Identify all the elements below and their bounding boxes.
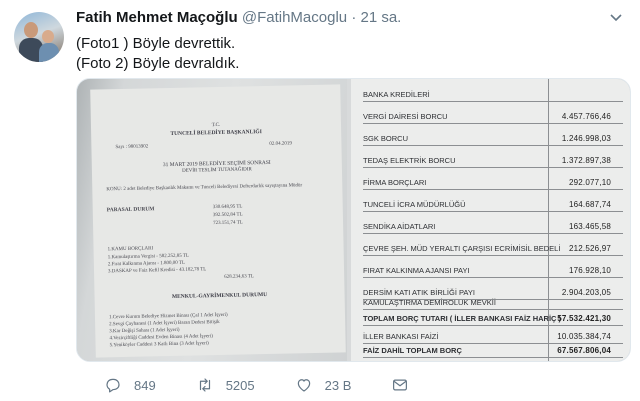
row-label: FİRMA BORÇLARI [363, 178, 427, 187]
doc-line-amount-1: 330.648,95 TL [212, 204, 243, 211]
row-label: FAİZ DAHİL TOPLAM BORÇ [363, 346, 462, 355]
separator-dot: · [351, 9, 357, 26]
reply-count: 849 [134, 377, 156, 393]
row-value: 163.465,58 [568, 222, 611, 231]
author-name[interactable]: Fatih Mehmet Maçoğlu [76, 9, 238, 26]
row-label: TOPLAM BORÇ TUTARI ( İLLER BANKASI FAİZ … [363, 314, 562, 323]
doc-line-debt-1: 1.Kamulaştırma Vergisi - 582.252,85 TL [107, 253, 190, 261]
retweet-button[interactable]: 5205 [196, 376, 255, 394]
table-row: FIRAT KALKINMA AJANSI PAYI 176.928,10 [363, 255, 623, 278]
table-row: KAMULAŞTIRMA DEMİROLUK MEVKİİ [363, 293, 623, 310]
doc-line-date: 02.04.2019 [269, 141, 292, 147]
doc-line-assets: MENKUL-GAYRİMENKUL DURUMU [171, 291, 268, 300]
doc-line-debt-2: 2.Fırat Kalkınma Ajansı - 1.800,00 TL [107, 260, 186, 268]
retweet-icon [199, 378, 210, 392]
doc-line-asset-4: 4.Vezirçiftliği Caddesi Evden Binası (4 … [109, 334, 213, 342]
author-handle[interactable]: @FatihMacoglu [242, 9, 347, 26]
table-row: SGK BORCU 1.246.998,03 [363, 123, 623, 146]
tweet-header: Fatih Mehmet Maçoğlu @FatihMacoglu · 21 … [76, 9, 401, 26]
heart-icon [297, 379, 310, 392]
envelope-icon [393, 379, 408, 391]
doc-line-amount-2: 392.502,84 TL [212, 212, 243, 219]
like-button[interactable]: 23 B [295, 376, 352, 394]
tweet-actions: 849 5205 23 B [104, 376, 461, 394]
avatar-child-head [42, 30, 54, 43]
row-label: KAMULAŞTIRMA DEMİROLUK MEVKİİ [363, 298, 496, 307]
table-row: FİRMA BORÇLARI 292.077,10 [363, 167, 623, 190]
table-row: TEDAŞ ELEKTRİK BORCU 1.372.897,38 [363, 145, 623, 168]
doc-line-ref: Sayı : 98013902 [115, 144, 149, 151]
row-label: TUNCELİ İCRA MÜDÜRLÜĞÜ [363, 200, 466, 209]
row-label: VERGİ DAİRESİ BORCU [363, 112, 448, 121]
table-row: İLLER BANKASI FAİZİ 10.035.384,74 [363, 329, 623, 344]
table-row: BANKA KREDİLERİ [363, 79, 623, 102]
author-avatar[interactable] [14, 12, 64, 62]
debt-table-sheet: BANKA KREDİLERİ VERGİ DAİRESİ BORCU 4.457… [351, 79, 630, 361]
avatar-child-body [39, 43, 59, 62]
avatar-person-head [24, 22, 38, 38]
doc-line-debt-3: 3.DASKAP ve Faiz Kefil Kredisi - 43.182,… [107, 267, 207, 275]
row-label: ÇEVRE ŞEH. MÜD YERALTI ÇARŞISI ECRİMİSİL… [363, 244, 561, 253]
row-value: 1.246.998,03 [561, 134, 611, 143]
reply-button[interactable]: 849 [104, 376, 156, 394]
doc-line-amount-3: 723.151,74 TL [213, 220, 243, 227]
row-value: 67.567.806,04 [557, 346, 611, 355]
photo-2[interactable]: BANKA KREDİLERİ VERGİ DAİRESİ BORCU 4.457… [347, 79, 630, 361]
row-value: 176.928,10 [568, 266, 611, 275]
message-button[interactable] [391, 376, 421, 394]
row-label: İLLER BANKASI FAİZİ [363, 332, 439, 341]
like-count: 23 B [324, 377, 352, 393]
doc-line-body: KONU: 2 adet Belediye Başkanlık Makamı v… [106, 183, 303, 193]
retweet-count: 5205 [225, 377, 255, 393]
row-label: SGK BORCU [363, 134, 409, 143]
chevron-down-icon[interactable] [608, 10, 624, 26]
row-value: 4.457.766,46 [561, 112, 611, 121]
table-row-total: TOPLAM BORÇ TUTARI ( İLLER BANKASI FAİZ … [363, 309, 623, 326]
doc-line-debts: 1.KAMU BORÇLARI [107, 246, 154, 253]
row-label: BANKA KREDİLERİ [363, 90, 430, 99]
row-label: SENDİKA AİDATLARI [363, 222, 436, 231]
doc-line-debt-total: 628.234,63 TL [224, 274, 255, 280]
table-row: SENDİKA AİDATLARI 163.465,58 [363, 211, 623, 234]
row-label: TEDAŞ ELEKTRİK BORCU [363, 156, 456, 165]
tweet-text-line-1: (Foto1 ) Böyle devrettik. [76, 35, 236, 52]
row-value: 57.532.421,30 [557, 314, 611, 323]
document-paper: T.C. TUNCELİ BELEDİYE BAŞKANLIĞI Sayı : … [90, 84, 346, 358]
row-value: 164.687,74 [568, 200, 611, 209]
tweet-timestamp[interactable]: 21 sa. [360, 9, 401, 26]
doc-line-financial: PARASAL DURUM [106, 206, 155, 214]
table-row: ÇEVRE ŞEH. MÜD YERALTI ÇARŞISI ECRİMİSİL… [363, 233, 623, 256]
row-value: 292.077,10 [568, 178, 611, 187]
tweet-media[interactable]: T.C. TUNCELİ BELEDİYE BAŞKANLIĞI Sayı : … [76, 78, 631, 362]
tweet-text-line-2: (Foto 2) Böyle devraldık. [76, 55, 240, 72]
row-value: 212.526,97 [568, 244, 611, 253]
photo-1[interactable]: T.C. TUNCELİ BELEDİYE BAŞKANLIĞI Sayı : … [77, 79, 347, 361]
row-label: FIRAT KALKINMA AJANSI PAYI [363, 266, 470, 275]
row-value: 1.372.897,38 [561, 156, 611, 165]
doc-line-asset-5: 5.Yeniköyler Caddesi 3 Katlı Bina (3 Ade… [109, 341, 209, 349]
table-row: VERGİ DAİRESİ BORCU 4.457.766,46 [363, 101, 623, 124]
table-row: TUNCELİ İCRA MÜDÜRLÜĞÜ 164.687,74 [363, 189, 623, 212]
reply-icon [106, 378, 120, 393]
doc-line-asset-2: 2.Sevgi Çayhanesi (1 Adet İşyeri) Baran … [109, 319, 220, 328]
row-value: 10.035.384,74 [557, 332, 611, 341]
doc-line-asset-3: 3.Kar Değişi Sahası (1 Adet İşyeri) [109, 327, 180, 335]
table-row-grand-total: FAİZ DAHİL TOPLAM BORÇ 67.567.806,04 [363, 343, 623, 358]
